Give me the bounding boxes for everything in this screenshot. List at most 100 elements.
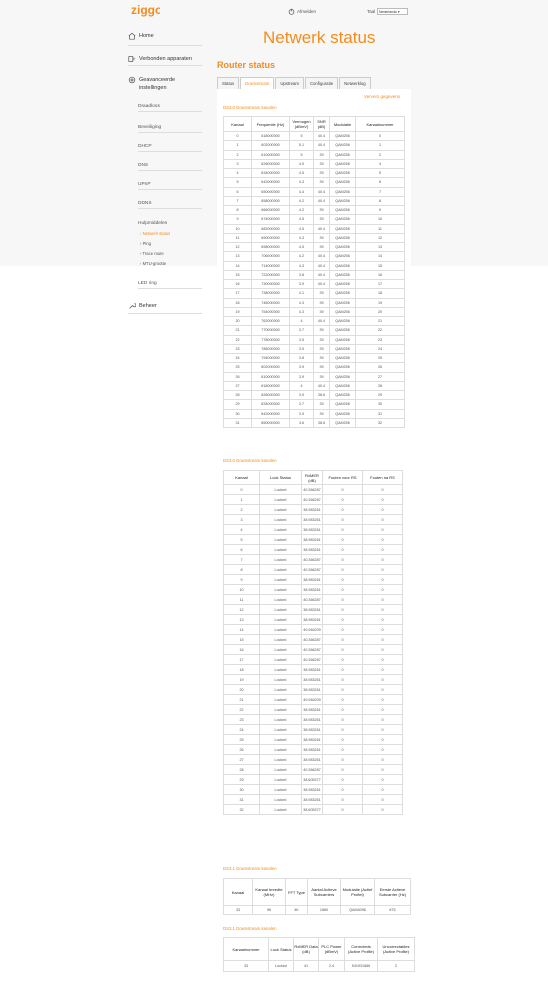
table-cell: Locked (259, 784, 302, 795)
table-cell: 3.5 (289, 343, 314, 355)
table-cell: 40.366287 (301, 644, 323, 655)
nav-devices-label: Verbonden apparaten (139, 56, 192, 62)
table-cell: 0 (322, 564, 363, 575)
table-cell: 3.7 (289, 399, 314, 410)
language-select[interactable]: Nederlands ▾ (377, 8, 408, 15)
table-cell: 698000000 (251, 241, 290, 253)
tab-downstream[interactable]: Downstream (240, 77, 275, 89)
page-title: Netwerk status (263, 28, 376, 47)
nav-ddns[interactable]: DDNS (138, 199, 202, 209)
table-cell: 40.366287 (301, 764, 323, 775)
nav-led-ring[interactable]: LED ring (138, 279, 202, 289)
table-cell: 39 (313, 362, 330, 373)
table-cell: QAM256 (329, 241, 356, 253)
table-row: 25 Locked 38.983261 0 0 (223, 734, 403, 745)
table-cell: 40.4 (313, 195, 330, 207)
table-cell: 4.2 (289, 204, 314, 216)
table-cell: Locked (259, 564, 302, 575)
table-cell: 40.4 (313, 315, 330, 327)
nav-dns[interactable]: DNS (138, 161, 202, 171)
column-header: Kanaalnummer (223, 937, 269, 961)
table-cell: 0 (362, 654, 403, 665)
table-cell: 19 (223, 306, 252, 318)
nav-advanced[interactable]: Geavanceerde instellingen (128, 76, 202, 95)
table-row: 28 Locked 40.366287 0 0 (223, 764, 403, 775)
table-cell: 4.9 (289, 158, 314, 170)
table-row: 19 754000000 4.3 39 QAM256 20 (223, 306, 405, 318)
refresh-link[interactable]: Ververs gegevens (364, 94, 400, 99)
table-cell: 39 (313, 204, 330, 216)
column-header: RxMER (dB) (301, 470, 323, 485)
tab-configuration[interactable]: Configuratie (304, 77, 339, 89)
table-header-row: Kanaalnummer Lock Status RxMER Data (dB)… (223, 937, 415, 961)
table-cell: 40.4 (313, 380, 330, 392)
table-cell: 39 (313, 214, 330, 225)
table-cell: 4 (289, 380, 314, 392)
table-cell: 0 (322, 624, 363, 635)
table-cell: QAM256 (329, 158, 356, 170)
table-cell: 14 (355, 251, 405, 262)
table-cell: 642000000 (251, 177, 290, 188)
header: ziggo Afmelden Taal Nederlands ▾ (0, 0, 548, 24)
tool-ping[interactable]: › Ping (140, 241, 151, 247)
table-cell: 0 (322, 544, 363, 555)
nav-admin[interactable]: Beheer (128, 302, 202, 314)
table-cell: 9 (355, 204, 405, 216)
nav-dhcp[interactable]: DHCP (138, 142, 202, 152)
tool-trace-route[interactable]: › Trace route (140, 251, 164, 257)
nav-security[interactable]: Beveiliging (138, 123, 202, 133)
table-cell: 9 (223, 574, 260, 585)
table-cell: QAM256 (329, 417, 356, 429)
tool-mtu-size-label: MTU-grootte (142, 261, 167, 266)
table-cell: 3.7 (289, 325, 314, 336)
table-cell: 0 (322, 554, 363, 565)
column-header: SNR (dB) (313, 116, 330, 132)
nav-wireless[interactable]: Draadloos (138, 102, 202, 112)
table-cell: 0 (362, 804, 403, 815)
nav-devices[interactable]: Verbonden apparaten (128, 55, 202, 66)
table-cell: 0 (362, 744, 403, 755)
table-cell: 634000000 (251, 167, 290, 179)
nav-home[interactable]: Home (128, 32, 202, 46)
column-header: Vermogen (dBmV) (289, 116, 314, 132)
ziggo-logo[interactable]: ziggo (131, 3, 160, 17)
table-cell: QAM256 (329, 140, 356, 151)
table-cell: Locked (259, 654, 302, 665)
column-header: Kanaal (223, 470, 260, 485)
table-row: 20 Locked 38.983261 0 0 (223, 684, 403, 695)
table-cell: 0 (362, 514, 403, 525)
table-row: 4 Locked 38.983261 0 0 (223, 524, 403, 535)
tab-upstream[interactable]: Upstream (275, 77, 304, 89)
table-cell: 2 (223, 504, 260, 515)
table-cell: 0 (322, 594, 363, 605)
tab-status[interactable]: Status (217, 77, 240, 89)
table-cell: 40.366287 (301, 564, 323, 575)
table-cell: QAM256 (329, 297, 356, 308)
column-header: RxMER Data (dB) (293, 937, 319, 961)
table-cell: 27 (223, 754, 260, 765)
table-cell: 706000000 (251, 251, 290, 262)
nav-upnp[interactable]: UPnP (138, 180, 202, 190)
table-row: 0 Locked 40.366287 0 0 (223, 484, 403, 495)
tool-network-status[interactable]: › Netwerk status (140, 231, 170, 237)
table-cell: 4.3 (289, 306, 314, 318)
table-cell: QAM256 (329, 223, 356, 234)
table-cell: 22 (223, 704, 260, 715)
logout-button[interactable]: Afmelden (288, 8, 316, 15)
table-cell: 0 (322, 574, 363, 585)
ds31-lock-title: DS3.1 Downstream kanalen (223, 926, 277, 931)
nav-tools[interactable]: Hulpmiddelen (138, 219, 202, 229)
table-cell: 23 (355, 334, 405, 345)
tool-mtu-size[interactable]: › MTU-grootte (140, 261, 166, 267)
table-cell: 4.3 (289, 297, 314, 308)
table-cell: 22 (223, 334, 252, 345)
table-cell: 39 (313, 297, 330, 308)
table-cell: 38.983261 (301, 604, 323, 615)
table-cell: 802000000 (251, 362, 290, 373)
table-row: 2 Locked 38.983261 0 0 (223, 504, 403, 515)
column-header: Frequentie (Hz) (251, 116, 290, 132)
tab-network-log[interactable]: Netwerklog (339, 77, 371, 89)
table-cell: 30 (223, 408, 252, 419)
table-cell: 38.983261 (301, 534, 323, 545)
table-cell: 0 (322, 584, 363, 595)
